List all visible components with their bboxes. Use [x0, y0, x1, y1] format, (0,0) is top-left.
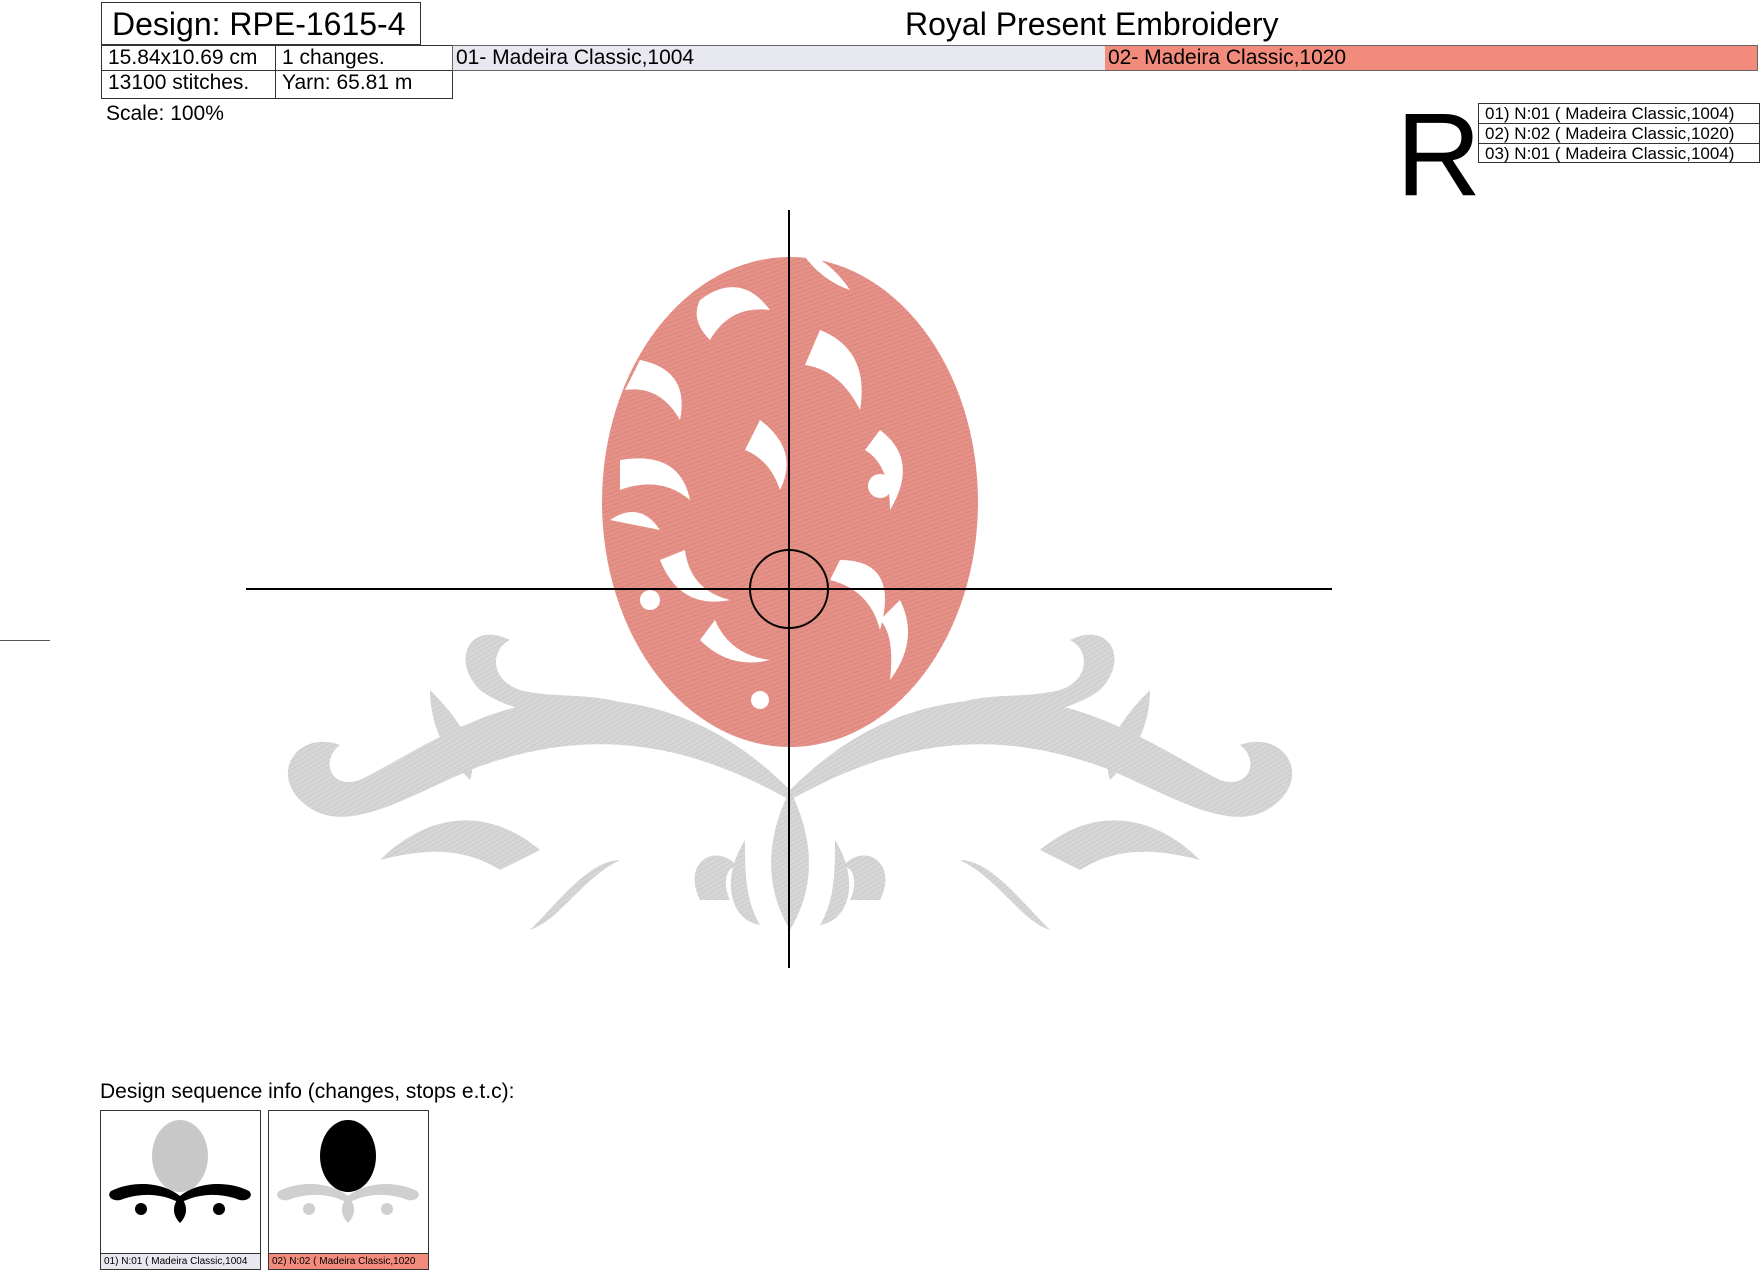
- thumb-caption-1: 01) N:01 ( Madeira Classic,1004: [101, 1253, 260, 1269]
- thumb-preview-1: [109, 1120, 251, 1223]
- center-crosshair: [246, 210, 1332, 968]
- thumb-caption-2: 02) N:02 ( Madeira Classic,1020: [269, 1253, 428, 1269]
- sequence-thumb-2[interactable]: 02) N:02 ( Madeira Classic,1020: [268, 1110, 429, 1270]
- thumb-preview-2: [277, 1120, 419, 1223]
- sequence-title: Design sequence info (changes, stops e.t…: [100, 1080, 515, 1103]
- sequence-thumb-1[interactable]: 01) N:01 ( Madeira Classic,1004: [100, 1110, 261, 1270]
